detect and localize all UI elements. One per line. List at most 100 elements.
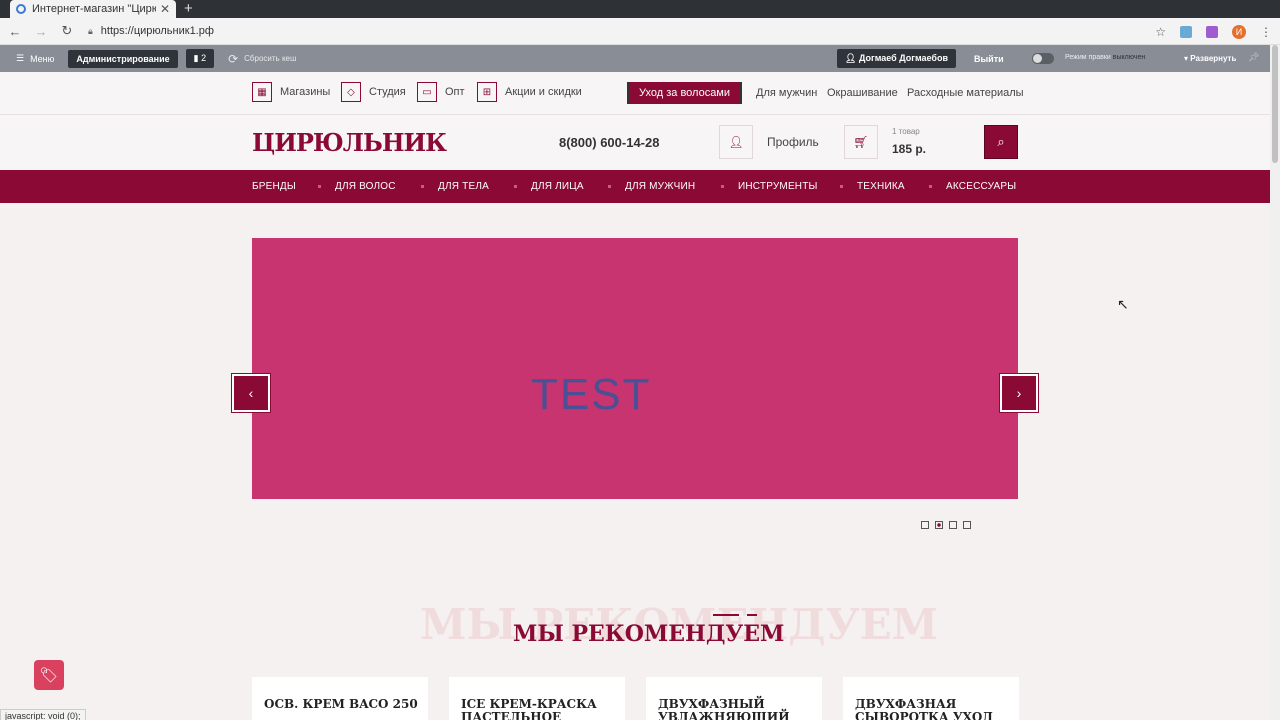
diamond-icon: ◇ bbox=[341, 82, 361, 102]
expand-button[interactable]: ▾ Развернуть bbox=[1184, 54, 1236, 63]
cart-total[interactable]: 185 р. bbox=[892, 142, 926, 156]
site-logo[interactable]: ЦИРЮЛЬНИК bbox=[252, 128, 447, 157]
edit-mode-state: выключен bbox=[1112, 54, 1146, 61]
clear-cache-label: Сбросить кеш bbox=[244, 54, 297, 63]
phone-number[interactable]: 8(800) 600-14-28 bbox=[559, 135, 659, 150]
nav-tools[interactable]: ИНСТРУМЕНТЫ bbox=[738, 181, 818, 192]
mouse-cursor-icon: ↖ bbox=[1117, 296, 1129, 312]
nav-men[interactable]: ДЛЯ МУЖЧИН bbox=[625, 181, 695, 192]
forward-icon[interactable]: → bbox=[30, 24, 52, 39]
slider-next-button[interactable]: › bbox=[999, 373, 1039, 413]
product-name[interactable]: ICE КРЕМ-КРАСКА ПАСТЕЛЬНОЕ bbox=[461, 698, 617, 720]
user-icon[interactable]: 👤︎ bbox=[719, 125, 753, 159]
browser-tab[interactable]: Интернет-магазин "Цирю ✕ bbox=[10, 0, 176, 18]
nav-separator bbox=[608, 185, 611, 188]
chevron-left-icon: ‹ bbox=[248, 385, 254, 401]
product-name[interactable]: ДВУХФАЗНАЯ СЫВОРОТКА УХОД bbox=[855, 698, 1011, 720]
notifications-count: 2 bbox=[201, 53, 207, 63]
product-card[interactable]: ДВУХФАЗНЫЙ УВЛАЖНЯЮЩИЙ bbox=[646, 677, 822, 720]
address-bar[interactable]: 🔒︎ https://цирюльник1.рф bbox=[88, 25, 214, 37]
bookmark-star-icon[interactable]: ☆ bbox=[1155, 25, 1166, 39]
slider-dot-3[interactable] bbox=[949, 521, 957, 529]
administration-button[interactable]: Администрирование bbox=[68, 49, 178, 68]
section-title: МЫ РЕКОМЕНДУЕМ bbox=[513, 621, 785, 647]
tab-title: Интернет-магазин "Цирю bbox=[32, 3, 156, 15]
refresh-icon: ⟳ bbox=[228, 51, 239, 66]
nav-technique[interactable]: ТЕХНИКА bbox=[857, 181, 905, 192]
admin-menu-button[interactable]: ☰ Меню bbox=[16, 53, 54, 64]
hamburger-icon: ☰ bbox=[16, 53, 25, 63]
product-card[interactable]: ICE КРЕМ-КРАСКА ПАСТЕЛЬНОЕ bbox=[449, 677, 625, 720]
admin-menu-label: Меню bbox=[30, 53, 55, 64]
title-decoration bbox=[747, 614, 757, 616]
nav-hair[interactable]: ДЛЯ ВОЛОС bbox=[335, 181, 396, 192]
nav-accessories[interactable]: АКСЕССУАРЫ bbox=[946, 181, 1016, 192]
reload-icon[interactable]: ↻ bbox=[56, 23, 78, 39]
profile-link[interactable]: Профиль bbox=[767, 135, 819, 149]
topnav-for-men[interactable]: Для мужчин bbox=[756, 87, 817, 99]
edit-mode-toggle[interactable] bbox=[1032, 53, 1054, 64]
nav-separator bbox=[929, 185, 932, 188]
cart-count: 1 товар bbox=[892, 127, 920, 136]
slider-dot-1[interactable] bbox=[921, 521, 929, 529]
nav-separator bbox=[421, 185, 424, 188]
topnav-studio-label: Студия bbox=[369, 86, 406, 98]
back-icon[interactable]: ← bbox=[4, 24, 26, 39]
url-text: https://цирюльник1.рф bbox=[100, 25, 214, 37]
topnav-stores-label: Магазины bbox=[280, 86, 331, 98]
building-icon: ▦ bbox=[252, 82, 272, 102]
title-decoration bbox=[713, 614, 739, 616]
product-card[interactable]: ДВУХФАЗНАЯ СЫВОРОТКА УХОД bbox=[843, 677, 1019, 720]
topnav-stores[interactable]: ▦ Магазины bbox=[252, 82, 330, 102]
hero-slide[interactable] bbox=[252, 238, 1018, 499]
topnav-studio[interactable]: ◇ Студия bbox=[341, 82, 406, 102]
scrollbar-thumb[interactable] bbox=[1272, 45, 1278, 163]
topnav-promos-label: Акции и скидки bbox=[505, 86, 582, 98]
product-card[interactable]: ОСВ. КРЕМ BACO 250 bbox=[252, 677, 428, 720]
status-bar: javascript: void (0); bbox=[0, 709, 86, 720]
close-tab-icon[interactable]: ✕ bbox=[160, 2, 170, 16]
box-icon: ▭ bbox=[417, 82, 437, 102]
slider-dot-4[interactable] bbox=[963, 521, 971, 529]
product-name[interactable]: ОСВ. КРЕМ BACO 250 bbox=[264, 698, 420, 711]
new-tab-button[interactable]: + bbox=[184, 0, 193, 18]
topnav-opt[interactable]: ▭ Опт bbox=[417, 82, 465, 102]
topnav-supplies[interactable]: Расходные материалы bbox=[907, 87, 1024, 99]
logout-link[interactable]: Выйти bbox=[974, 54, 1004, 64]
edit-mode-label: Режим правки выключен bbox=[1065, 54, 1146, 61]
slider-dot-2[interactable] bbox=[935, 521, 943, 529]
nav-face[interactable]: ДЛЯ ЛИЦА bbox=[531, 181, 584, 192]
topnav-coloring[interactable]: Окрашивание bbox=[827, 87, 898, 99]
admin-panel: ☰ Меню Администрирование ▮ 2 ⟳ Сбросить … bbox=[0, 45, 1270, 72]
extension-icon[interactable] bbox=[1180, 25, 1192, 38]
site-favicon-icon bbox=[16, 4, 26, 14]
nav-brands[interactable]: БРЕНДЫ bbox=[252, 181, 296, 192]
profile-avatar[interactable]: И bbox=[1232, 24, 1246, 39]
browser-tabstrip: Интернет-магазин "Цирю ✕ + bbox=[0, 0, 1280, 18]
pin-icon[interactable]: 📌︎ bbox=[1248, 52, 1259, 63]
topnav-opt-label: Опт bbox=[445, 86, 465, 98]
page-scrollbar[interactable] bbox=[1270, 45, 1280, 720]
browser-toolbar: ← → ↻ 🔒︎ https://цирюльник1.рф ☆ И ⋮ bbox=[0, 18, 1280, 45]
search-icon[interactable]: ⌕ bbox=[984, 125, 1018, 159]
clear-cache-button[interactable]: ⟳ Сбросить кеш bbox=[228, 52, 296, 66]
topnav-promos[interactable]: ⊞ Акции и скидки bbox=[477, 82, 582, 102]
nav-separator bbox=[721, 185, 724, 188]
lock-icon: 🔒︎ bbox=[88, 25, 93, 36]
topnav-hair-care[interactable]: Уход за волосами bbox=[627, 82, 743, 104]
extension-pen-icon[interactable] bbox=[1206, 25, 1218, 38]
nav-separator bbox=[514, 185, 517, 188]
cart-icon[interactable]: 🛒︎ bbox=[844, 125, 878, 159]
admin-user-button[interactable]: 👤︎ Догмаеб Догмаебов bbox=[837, 49, 956, 68]
discount-tag-icon[interactable]: 🏷︎ bbox=[34, 660, 64, 690]
nav-body[interactable]: ДЛЯ ТЕЛА bbox=[438, 181, 489, 192]
gift-icon: ⊞ bbox=[477, 82, 497, 102]
product-name[interactable]: ДВУХФАЗНЫЙ УВЛАЖНЯЮЩИЙ bbox=[658, 698, 814, 720]
notifications-button[interactable]: ▮ 2 bbox=[185, 49, 215, 68]
slider-prev-button[interactable]: ‹ bbox=[231, 373, 271, 413]
slider-pagination bbox=[921, 521, 971, 529]
admin-user-name: Догмаеб Догмаебов bbox=[858, 53, 948, 63]
browser-menu-icon[interactable]: ⋮ bbox=[1260, 25, 1272, 39]
nav-separator bbox=[840, 185, 843, 188]
nav-separator bbox=[318, 185, 321, 188]
